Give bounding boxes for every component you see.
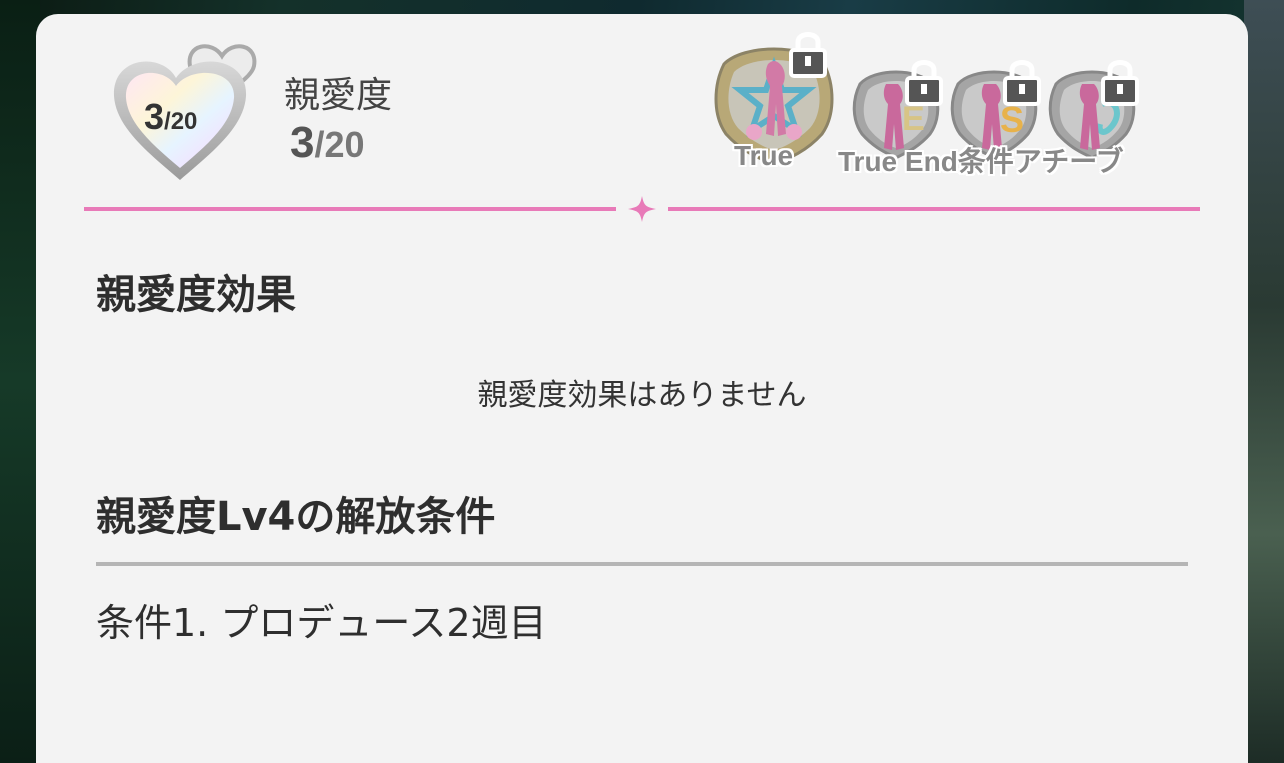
badge-label-true-end: True End条件アチーブ [838, 146, 1124, 177]
heart-badge-count: 3/20 [144, 96, 197, 138]
lock-icon [905, 60, 943, 106]
sparkle-icon [628, 196, 656, 222]
effect-section-title: 親愛度効果 [96, 272, 296, 318]
affection-max: 20 [324, 124, 365, 165]
pink-divider [84, 196, 1200, 222]
achievement-badges: E S True True End条件アチーブ [704, 24, 1164, 184]
condition-divider [96, 562, 1188, 566]
affection-separator: / [314, 124, 325, 165]
affection-heart-badge: 3/20 [104, 38, 274, 188]
heart-badge-max: /20 [164, 108, 198, 135]
no-effect-message: 親愛度効果はありません [477, 378, 807, 413]
heart-badge-current: 3 [144, 96, 165, 137]
lock-icon [1101, 60, 1139, 106]
badge-label-true: True [734, 140, 794, 171]
lock-icon [789, 32, 827, 78]
unlock-section-title: 親愛度Lv4の解放条件 [96, 494, 496, 540]
affection-title: 親愛度 [284, 75, 393, 116]
condition-item: 条件1. プロデュース2週目 [96, 601, 547, 645]
affection-value: 3/20 [290, 118, 365, 168]
lock-icon [1003, 60, 1041, 106]
affection-current: 3 [290, 118, 315, 167]
